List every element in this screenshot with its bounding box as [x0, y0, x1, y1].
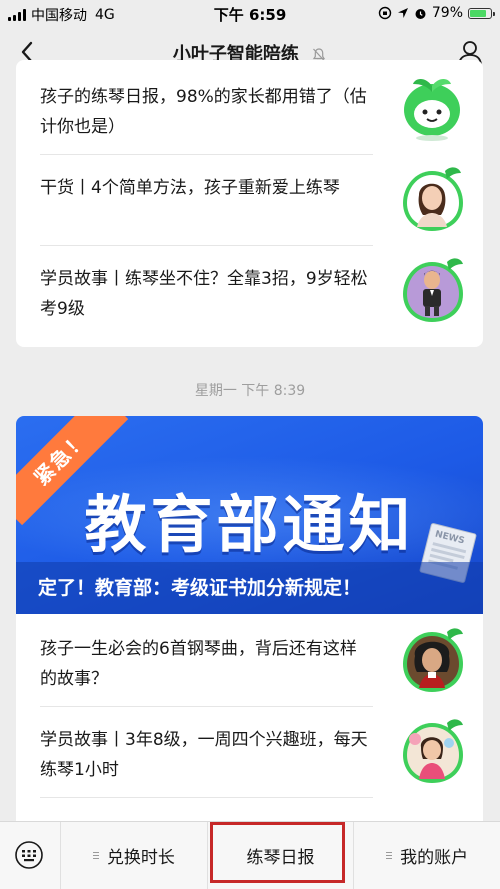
article-item[interactable]: 学员故事丨3年8级，一周四个兴趣班，每天练琴1小时	[40, 707, 467, 798]
battery-percent: 79%	[431, 5, 463, 21]
menu-item-label: 我的账户	[400, 848, 469, 868]
keyboard-toggle-button[interactable]	[0, 822, 61, 889]
article-item[interactable]: 学员故事丨练琴坐不住？全靠3招，9岁轻松考9级	[40, 246, 467, 337]
featured-article-banner[interactable]: 紧急！ 教育部通知 NEWS 定了！教育部：考级证书加分新规定！	[16, 416, 483, 614]
leaf-mascot-thumbnail	[404, 79, 460, 141]
article-title: 学员故事丨3年8级，一周四个兴趣班，每天练琴1小时	[40, 730, 368, 780]
menu-item-label: 兑换时长	[106, 848, 175, 868]
article-title: 学员故事丨练琴坐不住？全靠3招，9岁轻松考9级	[40, 269, 368, 319]
menu-item-redeem-time[interactable]: 兑换时长	[61, 822, 208, 889]
status-right: 79%	[378, 5, 495, 21]
location-icon	[397, 8, 408, 18]
beethoven-portrait-thumbnail	[403, 628, 463, 692]
submenu-icon	[92, 850, 99, 861]
status-bar: 中国移动 4G 下午 6:59 79%	[0, 0, 500, 28]
alarm-icon	[415, 8, 426, 19]
article-card: 紧急！ 教育部通知 NEWS 定了！教育部：考级证书加分新规定！ 孩子一生必会的…	[16, 416, 483, 836]
menu-item-practice-report[interactable]: 练琴日报	[208, 822, 355, 889]
article-title: 干货丨4个简单方法，孩子重新爱上练琴	[40, 178, 340, 198]
article-card: 孩子的练琴日报，98%的家长都用错了（估计你也是） 干货丨4个简单方法，孩子重新…	[16, 60, 483, 347]
menu-item-label: 练琴日报	[246, 848, 315, 868]
article-item[interactable]: 孩子一生必会的6首钢琴曲，背后还有这样的故事？	[40, 616, 467, 707]
divider	[40, 797, 373, 798]
battery-fill	[470, 9, 486, 17]
rotation-lock-icon	[378, 6, 392, 20]
article-item[interactable]: 干货丨4个简单方法，孩子重新爱上练琴	[40, 155, 467, 246]
keyboard-icon	[15, 841, 43, 869]
article-title: 孩子一生必会的6首钢琴曲，背后还有这样的故事？	[40, 639, 357, 689]
woman-portrait-thumbnail	[403, 167, 463, 231]
banner-headline: 教育部通知	[84, 488, 415, 561]
banner-subtitle: 定了！教育部：考级证书加分新规定！	[16, 562, 483, 614]
article-item[interactable]: 孩子的练琴日报，98%的家长都用错了（估计你也是）	[40, 64, 467, 155]
message-timestamp: 星期一 下午 8:39	[194, 383, 306, 399]
battery-icon	[468, 7, 495, 19]
bottom-menu: 兑换时长 练琴日报 我的账户	[0, 821, 500, 889]
article-title: 孩子的练琴日报，98%的家长都用错了（估计你也是）	[40, 87, 367, 137]
submenu-icon	[386, 850, 393, 861]
girl-student-thumbnail	[403, 719, 463, 783]
child-student-thumbnail	[403, 258, 463, 322]
menu-item-my-account[interactable]: 我的账户	[354, 822, 500, 889]
